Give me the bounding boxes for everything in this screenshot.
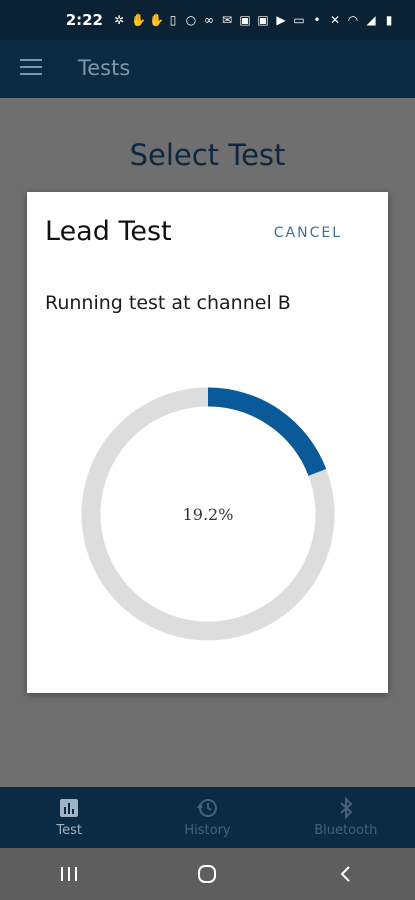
- phone-icon: ▯: [169, 13, 177, 27]
- progress-ring: 19.2%: [79, 385, 337, 643]
- bottom-nav: Test History Bluetooth: [0, 787, 415, 848]
- settings-icon: ✲: [113, 13, 125, 27]
- cast-icon: ▭: [293, 13, 305, 27]
- nav-label-bluetooth: Bluetooth: [314, 823, 378, 838]
- home-button[interactable]: [177, 854, 237, 894]
- circle-icon: ○: [185, 13, 197, 27]
- hamburger-menu-icon[interactable]: [20, 59, 42, 77]
- app-title: Tests: [78, 56, 131, 80]
- hand-icon: ✋: [131, 13, 146, 27]
- wifi-icon: ◠: [347, 13, 359, 27]
- youtube-icon: ▶: [276, 13, 286, 27]
- bar-chart-icon: [60, 799, 79, 817]
- page-title: Select Test: [129, 138, 286, 172]
- screen: 2:22 ✲ ✋ ✋ ▯ ○ ∞ ✉ ▣ ▣ ▶ ▭ • ✕ ◠ ◢ ▮ Tes…: [0, 0, 415, 900]
- system-nav-bar: [0, 848, 415, 900]
- nav-item-history[interactable]: History: [138, 787, 276, 848]
- progress-percent-label: 19.2%: [182, 504, 234, 524]
- app-bar: Tests: [0, 40, 415, 98]
- image-icon-2: ▣: [257, 13, 269, 27]
- image-icon: ▣: [239, 13, 251, 27]
- hand-icon-2: ✋: [149, 13, 164, 27]
- battery-icon: ▮: [385, 13, 393, 27]
- voicemail-icon: ∞: [204, 13, 214, 27]
- nav-label-test: Test: [56, 823, 82, 838]
- back-button[interactable]: [316, 854, 376, 894]
- home-icon: [198, 865, 217, 883]
- dialog-message: Running test at channel B: [45, 292, 291, 314]
- recent-apps-icon: [61, 867, 78, 881]
- nav-item-test[interactable]: Test: [0, 787, 138, 848]
- status-time: 2:22: [65, 11, 103, 29]
- mail-icon: ✉: [221, 13, 233, 27]
- mute-icon: ✕: [329, 13, 341, 27]
- bluetooth-icon: [340, 797, 353, 819]
- dialog-title: Lead Test: [45, 216, 172, 247]
- status-bar: 2:22 ✲ ✋ ✋ ▯ ○ ∞ ✉ ▣ ▣ ▶ ▭ • ✕ ◠ ◢ ▮: [0, 0, 415, 40]
- dot-icon: •: [313, 13, 321, 27]
- back-icon: [340, 866, 350, 882]
- nav-item-bluetooth[interactable]: Bluetooth: [277, 787, 415, 848]
- signal-icon: ◢: [366, 13, 376, 27]
- history-clock-icon: [197, 799, 218, 817]
- recent-apps-button[interactable]: [39, 854, 99, 894]
- lead-test-dialog: Lead Test CANCEL Running test at channel…: [27, 192, 388, 693]
- cancel-button[interactable]: CANCEL: [274, 225, 342, 241]
- nav-label-history: History: [184, 823, 231, 838]
